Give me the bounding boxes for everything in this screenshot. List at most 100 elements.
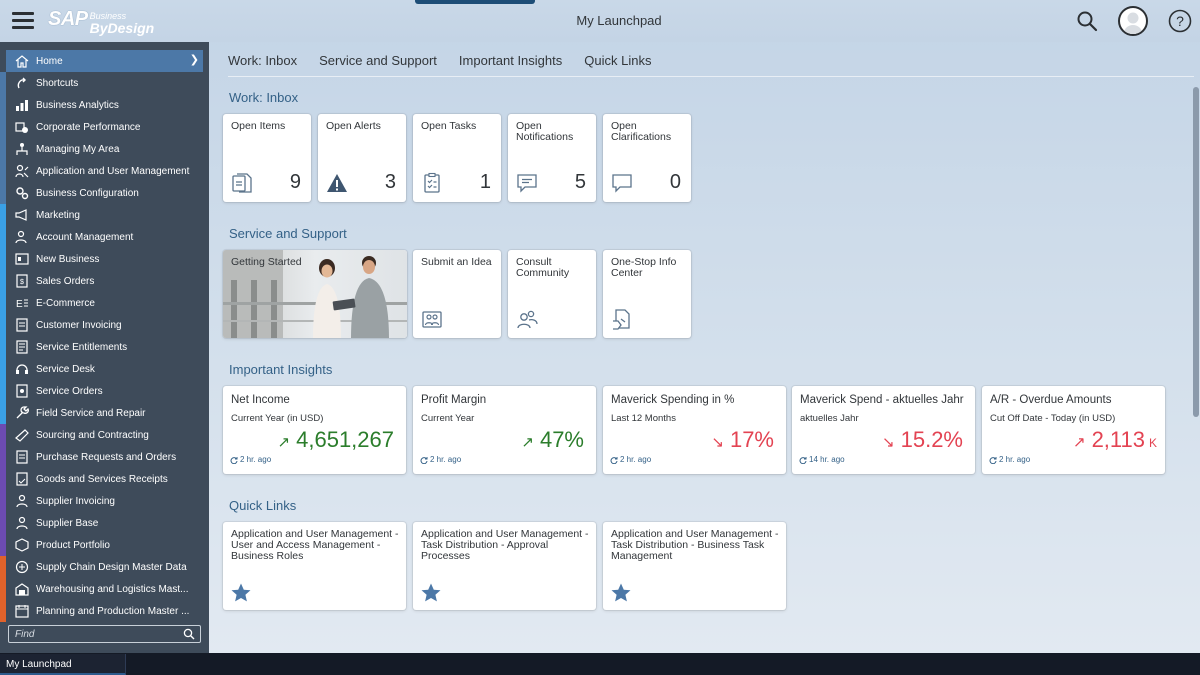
sidebar-item-planning-and-production-master[interactable]: Planning and Production Master ... (0, 600, 209, 622)
tile-title: Open Alerts (326, 120, 381, 132)
search-icon[interactable] (1076, 10, 1098, 32)
sidebar-item-business-analytics[interactable]: Business Analytics (0, 94, 209, 116)
find-field[interactable] (8, 625, 201, 643)
tile-getting-started[interactable]: Getting Started (223, 250, 407, 338)
help-icon[interactable]: ? (1168, 9, 1192, 33)
kpi-refresh: 14 hr. ago (799, 455, 845, 464)
anchor-work-inbox[interactable]: Work: Inbox (228, 53, 297, 73)
category-bar (0, 226, 6, 248)
kpi-number: 4,651,267 (296, 427, 394, 452)
sidebar-item-home[interactable]: Home ❯ (6, 50, 203, 72)
tile-open-clarifications[interactable]: Open Clarifications 0 (603, 114, 691, 202)
kpi-tile-maverick-spending-in[interactable]: Maverick Spending in % Last 12 Months ↘ 17%… (603, 386, 786, 474)
sidebar-item-supplier-invoicing[interactable]: Supplier Invoicing (0, 490, 209, 512)
refresh-icon (989, 456, 997, 464)
sidebar-item-shortcuts[interactable]: Shortcuts (0, 72, 209, 94)
kpi-tile-net-income[interactable]: Net Income Current Year (in USD) ↗ 4,651,26… (223, 386, 406, 474)
anchor-important-insights[interactable]: Important Insights (459, 53, 562, 73)
chevron-right-icon: ❯ (189, 54, 199, 66)
sidebar-item-managing-my-area[interactable]: Managing My Area (0, 138, 209, 160)
category-bar (0, 468, 6, 490)
tile-title: Open Notifications (516, 120, 574, 143)
search-icon[interactable] (183, 628, 195, 640)
tile-open-notifications[interactable]: Open Notifications 5 (508, 114, 596, 202)
sidebar-item-goods-and-services-receipts[interactable]: Goods and Services Receipts (0, 468, 209, 490)
category-bar (0, 578, 6, 600)
category-bar (0, 94, 6, 116)
sidebar-item-corporate-performance[interactable]: Corporate Performance (0, 116, 209, 138)
sidebar-item-supply-chain-design-master-data[interactable]: Supply Chain Design Master Data (0, 556, 209, 578)
star-icon (421, 583, 441, 602)
trend-down-icon: ↘ (711, 434, 724, 451)
category-bar (0, 446, 6, 468)
sidebar-item-sales-orders[interactable]: $ Sales Orders (0, 270, 209, 292)
invoice-icon (16, 318, 28, 332)
kpi-value: ↗ 4,651,267 (278, 427, 398, 453)
category-bar (0, 534, 6, 556)
tile-consult-community[interactable]: Consult Community (508, 250, 596, 338)
kpi-value: ↗ 2,113 K (1073, 427, 1157, 453)
kpi-tile-maverick-spend-aktuelles-jahr[interactable]: Maverick Spend - aktuelles Jahr aktuelles… (792, 386, 975, 474)
refresh-icon (610, 456, 618, 464)
quicklink-tile-2[interactable]: Application and User Management - Task D… (413, 522, 596, 610)
category-bar (0, 358, 6, 380)
sidebar-item-new-business[interactable]: New Business (0, 248, 209, 270)
sourcing-icon (15, 429, 29, 442)
sidebar-item-label: Application and User Management (36, 165, 190, 177)
sidebar-item-label: Service Desk (36, 363, 95, 375)
category-bar (0, 248, 6, 270)
sidebar-item-label: Planning and Production Master ... (36, 605, 190, 617)
wrench-icon (16, 406, 29, 419)
sidebar-item-purchase-requests-and-orders[interactable]: Purchase Requests and Orders (0, 446, 209, 468)
sidebar-item-label: Customer Invoicing (36, 319, 122, 331)
sidebar-item-e-commerce[interactable]: E E-Commerce (0, 292, 209, 314)
kpi-subtitle: Current Year (in USD) (231, 413, 324, 424)
tile-open-items[interactable]: Open Items 9 (223, 114, 311, 202)
user-settings-icon (15, 164, 29, 178)
launchpad-main: Work: Inbox Service and Support Importan… (209, 42, 1200, 653)
tile-count: 0 (669, 171, 681, 193)
kpi-title: Maverick Spend - aktuelles Jahr (800, 394, 964, 406)
category-bar (0, 270, 6, 292)
category-bar (0, 292, 6, 314)
category-bar (0, 380, 6, 402)
sidebar-item-field-service-and-repair[interactable]: Field Service and Repair (0, 402, 209, 424)
anchor-service-support[interactable]: Service and Support (319, 53, 437, 73)
quicklink-title: Application and User Management - User a… (231, 528, 399, 562)
entitlement-icon (16, 340, 28, 354)
sidebar-item-customer-invoicing[interactable]: Customer Invoicing (0, 314, 209, 336)
sidebar-item-service-orders[interactable]: Service Orders (0, 380, 209, 402)
sidebar-item-label: Business Analytics (36, 99, 119, 111)
sidebar-item-sourcing-and-contracting[interactable]: Sourcing and Contracting (0, 424, 209, 446)
user-icon (1124, 12, 1142, 34)
cart-icon (16, 450, 28, 464)
sidebar-item-application-and-user-management[interactable]: Application and User Management (0, 160, 209, 182)
sidebar-item-marketing[interactable]: Marketing (0, 204, 209, 226)
sidebar-item-label: Corporate Performance (36, 121, 141, 133)
tile-title: Open Clarifications (611, 120, 672, 143)
anchor-quick-links[interactable]: Quick Links (584, 53, 651, 73)
sidebar-item-label: Field Service and Repair (36, 407, 146, 419)
kpi-tile-a-r-overdue-amounts[interactable]: A/R - Overdue Amounts Cut Off Date - Toda… (982, 386, 1165, 474)
tile-submit-idea[interactable]: Submit an Idea (413, 250, 501, 338)
quicklink-tile-1[interactable]: Application and User Management - User a… (223, 522, 406, 610)
quicklink-title: Application and User Management - Task D… (421, 528, 589, 562)
kpi-refresh-time: 2 hr. ago (240, 455, 272, 464)
taskbar-item-launchpad[interactable]: My Launchpad (0, 654, 126, 675)
sidebar-item-label: Managing My Area (36, 143, 120, 155)
find-input[interactable] (9, 628, 179, 640)
tile-one-stop-info[interactable]: One-Stop Info Center (603, 250, 691, 338)
avatar[interactable] (1118, 6, 1148, 36)
sidebar-item-product-portfolio[interactable]: Product Portfolio (0, 534, 209, 556)
sidebar-item-account-management[interactable]: Account Management (0, 226, 209, 248)
kpi-tile-profit-margin[interactable]: Profit Margin Current Year ↗ 47% 2 hr. ago (413, 386, 596, 474)
sidebar-item-business-configuration[interactable]: Business Configuration (0, 182, 209, 204)
quicklink-tile-3[interactable]: Application and User Management - Task D… (603, 522, 786, 610)
tile-open-tasks[interactable]: Open Tasks 1 (413, 114, 501, 202)
sidebar-item-warehousing-and-logistics-mast[interactable]: Warehousing and Logistics Mast... (0, 578, 209, 600)
sidebar-item-service-entitlements[interactable]: Service Entitlements (0, 336, 209, 358)
sidebar-item-service-desk[interactable]: Service Desk (0, 358, 209, 380)
sidebar-item-supplier-base[interactable]: Supplier Base (0, 512, 209, 534)
scrollbar[interactable] (1193, 87, 1199, 417)
tile-open-alerts[interactable]: Open Alerts 3 (318, 114, 406, 202)
